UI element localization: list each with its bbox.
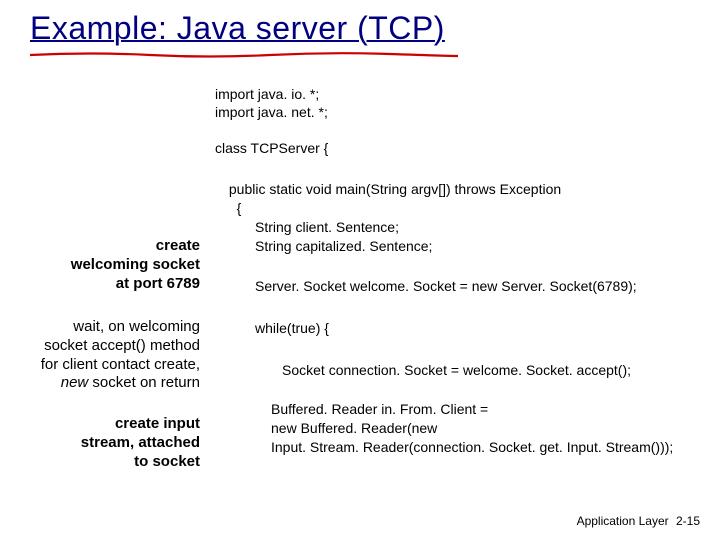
code-line: Input. Stream. Reader(connection. Socket… (271, 438, 673, 457)
code-block: Buffered. Reader in. From. Client = new … (271, 400, 673, 457)
anno-line: at port 6789 (20, 275, 200, 294)
anno-line: wait, on welcoming (0, 318, 200, 337)
code-line: import java. io. *; (215, 85, 328, 103)
code-line: Buffered. Reader in. From. Client = (271, 400, 673, 419)
anno-text: socket on return (88, 374, 200, 391)
anno-line: create (20, 237, 200, 256)
anno-line: create input (20, 415, 200, 434)
annotation-create-welcoming-socket: create welcoming socket at port 6789 (20, 237, 200, 293)
slide: Example: Java server (TCP) import java. … (0, 0, 720, 540)
title-wrap: Example: Java server (TCP) (30, 10, 445, 47)
anno-line: welcoming socket (20, 256, 200, 275)
anno-emph: new (61, 374, 89, 391)
annotation-input-stream: create input stream, attached to socket (20, 415, 200, 471)
footer-label: Application Layer (577, 514, 669, 528)
code-line: import java. net. *; (215, 103, 328, 121)
footer-page: 2-15 (676, 514, 700, 528)
anno-line: for client contact create, (0, 356, 200, 375)
code-class-decl: class TCPServer { (215, 140, 328, 156)
anno-line: new socket on return (0, 374, 200, 393)
title-accent-underline (30, 52, 458, 56)
code-line: Socket connection. Socket = welcome. Soc… (282, 362, 631, 378)
footer: Application Layer 2-15 (577, 514, 700, 528)
code-line: String client. Sentence; (255, 218, 432, 237)
slide-title: Example: Java server (TCP) (30, 10, 445, 46)
code-main-line: public static void main(String argv[]) t… (225, 180, 561, 218)
anno-line: to socket (20, 453, 200, 472)
code-line: String capitalized. Sentence; (255, 237, 432, 256)
code-line: while(true) { (255, 320, 329, 336)
code-line: new Buffered. Reader(new (271, 419, 673, 438)
annotation-accept: wait, on welcoming socket accept() metho… (0, 318, 200, 393)
code-imports: import java. io. *; import java. net. *; (215, 85, 328, 121)
code-block: String client. Sentence; String capitali… (255, 218, 432, 256)
anno-line: socket accept() method (0, 337, 200, 356)
code-line: Server. Socket welcome. Socket = new Ser… (255, 278, 637, 294)
anno-line: stream, attached (20, 434, 200, 453)
